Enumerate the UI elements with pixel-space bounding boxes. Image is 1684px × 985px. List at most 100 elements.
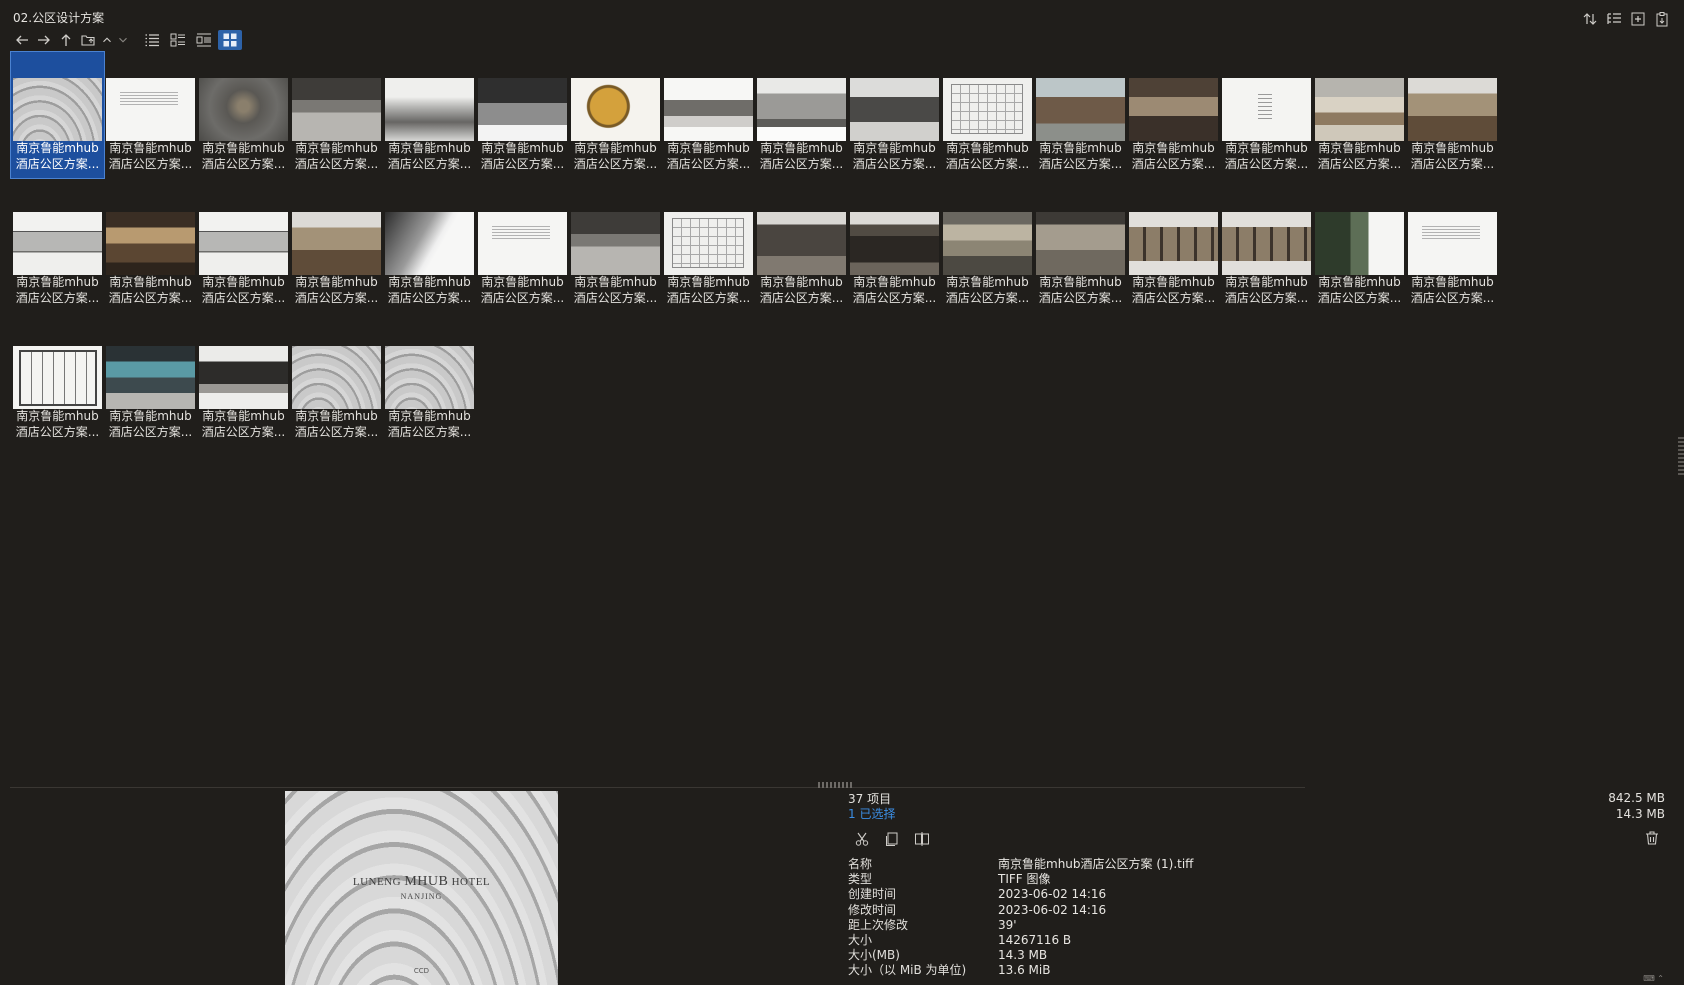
forward-arrow-icon[interactable] [34,30,54,50]
file-tile[interactable]: 南京鲁能mhub 酒店公区方案... [1406,52,1499,178]
file-tile[interactable]: 南京鲁能mhub 酒店公区方案... [11,186,104,312]
file-tile[interactable]: 南京鲁能mhub 酒店公区方案... [941,52,1034,178]
file-tile[interactable]: 南京鲁能mhub 酒店公区方案... [197,320,290,446]
file-caption: 南京鲁能mhub 酒店公区方案... [104,409,197,440]
file-tile[interactable]: 南京鲁能mhub 酒店公区方案... [1313,52,1406,178]
file-caption: 南京鲁能mhub 酒店公区方案... [197,409,290,440]
file-tile[interactable]: 南京鲁能mhub 酒店公区方案... [848,186,941,312]
file-caption: 南京鲁能mhub 酒店公区方案... [941,275,1034,306]
file-caption-line1: 南京鲁能mhub [481,275,564,289]
file-thumbnail [478,212,567,275]
property-value: 14.3 MB [998,948,1048,963]
file-caption: 南京鲁能mhub 酒店公区方案... [11,141,104,172]
file-tile[interactable]: 南京鲁能mhub 酒店公区方案... [569,186,662,312]
file-tile[interactable]: 南京鲁能mhub 酒店公区方案... [941,186,1034,312]
file-caption: 南京鲁能mhub 酒店公区方案... [1220,275,1313,306]
file-tile[interactable]: 南京鲁能mhub 酒店公区方案... [1127,186,1220,312]
tree-view-icon[interactable] [1604,9,1624,29]
details-view-icon[interactable] [140,30,164,50]
file-caption: 南京鲁能mhub 酒店公区方案... [11,409,104,440]
file-tile[interactable]: 南京鲁能mhub 酒店公区方案... [11,320,104,446]
file-tile[interactable]: 南京鲁能mhub 酒店公区方案... [104,52,197,178]
file-tile[interactable]: 南京鲁能mhub 酒店公区方案... [1034,52,1127,178]
file-caption-line2: 酒店公区方案... [387,424,472,439]
file-tile[interactable]: 南京鲁能mhub 酒店公区方案... [197,52,290,178]
file-caption: 南京鲁能mhub 酒店公区方案... [569,141,662,172]
file-caption-line1: 南京鲁能mhub [760,275,843,289]
file-caption-line2: 酒店公区方案... [1224,290,1309,305]
file-caption-line1: 南京鲁能mhub [16,409,99,423]
file-caption: 南京鲁能mhub 酒店公区方案... [476,275,569,306]
back-arrow-icon[interactable] [12,30,32,50]
thumbnail-view-icon[interactable] [218,30,242,50]
file-thumbnail [478,78,567,141]
file-tile[interactable]: 南京鲁能mhub 酒店公区方案... [662,52,755,178]
file-caption: 南京鲁能mhub 酒店公区方案... [11,275,104,306]
file-tile[interactable]: 南京鲁能mhub 酒店公区方案... [476,52,569,178]
file-caption-line2: 酒店公区方案... [294,156,379,171]
file-thumbnail [106,212,195,275]
file-caption-line1: 南京鲁能mhub [16,275,99,289]
chevron-down-icon[interactable] [116,30,130,50]
file-tile[interactable]: 南京鲁能mhub 酒店公区方案... [662,186,755,312]
file-tile[interactable]: 南京鲁能mhub 酒店公区方案... [476,186,569,312]
sort-icon[interactable] [1580,9,1600,29]
file-tile[interactable]: 南京鲁能mhub 酒店公区方案... [383,52,476,178]
property-row: 距上次修改 39' [848,918,1193,933]
property-key: 大小(MB) [848,948,900,963]
property-row: 大小(MB) 14.3 MB [848,948,1193,963]
file-tile[interactable]: 南京鲁能mhub 酒店公区方案... [197,186,290,312]
file-tile[interactable]: 南京鲁能mhub 酒店公区方案... [290,52,383,178]
cut-icon[interactable] [852,829,872,849]
file-tile[interactable]: 南京鲁能mhub 酒店公区方案... [1313,186,1406,312]
file-tile[interactable]: 南京鲁能mhub 酒店公区方案... [290,320,383,446]
file-caption-line1: 南京鲁能mhub [109,275,192,289]
file-caption: 南京鲁能mhub 酒店公区方案... [476,141,569,172]
content-view-icon[interactable] [192,30,216,50]
file-caption-line2: 酒店公区方案... [573,156,658,171]
selection-count[interactable]: 1 已选择 [848,805,1193,821]
file-tile[interactable]: 南京鲁能mhub 酒店公区方案... [1220,52,1313,178]
item-count: 37 项目 [848,792,892,806]
compare-icon[interactable] [912,829,932,849]
property-row: 名称 南京鲁能mhub酒店公区方案 (1).tiff [848,857,1193,872]
chevron-up-icon[interactable] [100,30,114,50]
up-arrow-icon[interactable] [56,30,76,50]
file-tile[interactable]: 南京鲁能mhub 酒店公区方案... [755,186,848,312]
status-corner-icons: ⌨ ⌃ [1643,974,1664,983]
file-tile[interactable]: 南京鲁能mhub 酒店公区方案... [10,51,105,179]
file-tile[interactable]: 南京鲁能mhub 酒店公区方案... [104,186,197,312]
delete-icon[interactable] [1644,830,1660,849]
paste-icon[interactable] [1652,9,1672,29]
file-tile[interactable]: 南京鲁能mhub 酒店公区方案... [755,52,848,178]
file-caption: 南京鲁能mhub 酒店公区方案... [1406,275,1499,306]
edge-scroll-handle[interactable] [1678,437,1684,477]
file-tile[interactable]: 南京鲁能mhub 酒店公区方案... [290,186,383,312]
file-tile[interactable]: 南京鲁能mhub 酒店公区方案... [383,320,476,446]
file-tile[interactable]: 南京鲁能mhub 酒店公区方案... [1034,186,1127,312]
property-value: 2023-06-02 14:16 [998,887,1107,902]
property-value: 2023-06-02 14:16 [998,902,1107,917]
file-tile[interactable]: 南京鲁能mhub 酒店公区方案... [1406,186,1499,312]
file-caption: 南京鲁能mhub 酒店公区方案... [848,141,941,172]
file-tile[interactable]: 南京鲁能mhub 酒店公区方案... [1220,186,1313,312]
property-value: 南京鲁能mhub酒店公区方案 (1).tiff [998,857,1194,871]
new-item-icon[interactable] [1628,9,1648,29]
folder-open-icon[interactable] [78,30,98,50]
file-thumbnail [13,346,102,409]
file-tile[interactable]: 南京鲁能mhub 酒店公区方案... [104,320,197,446]
file-caption-line1: 南京鲁能mhub [853,141,936,155]
file-tile[interactable]: 南京鲁能mhub 酒店公区方案... [569,52,662,178]
file-caption-line2: 酒店公区方案... [852,290,937,305]
resize-grip[interactable] [818,782,852,788]
thumbnail-row: 南京鲁能mhub 酒店公区方案... 南京鲁能mhub 酒店公区方案... 南京鲁能mh… [10,51,1611,186]
file-tile[interactable]: 南京鲁能mhub 酒店公区方案... [848,52,941,178]
file-caption: 南京鲁能mhub 酒店公区方案... [290,409,383,440]
file-tile[interactable]: 南京鲁能mhub 酒店公区方案... [1127,52,1220,178]
tiles-list-view-icon[interactable] [166,30,190,50]
file-tile[interactable]: 南京鲁能mhub 酒店公区方案... [383,186,476,312]
file-caption: 南京鲁能mhub 酒店公区方案... [383,275,476,306]
copy-icon[interactable] [882,829,902,849]
file-caption-line2: 酒店公区方案... [1317,156,1402,171]
file-thumbnail [850,212,939,275]
